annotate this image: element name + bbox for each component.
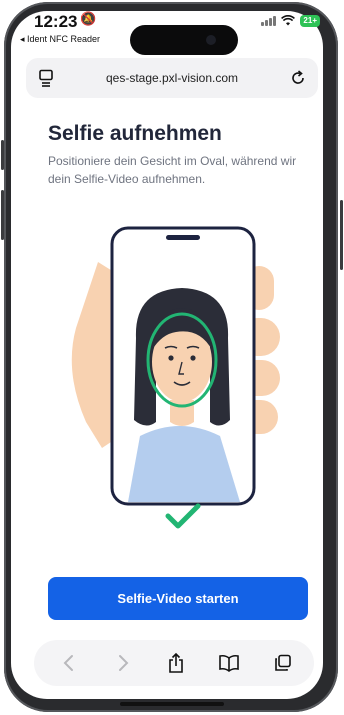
- back-icon[interactable]: [56, 650, 82, 676]
- status-indicators: 21+: [261, 15, 320, 27]
- start-selfie-video-button[interactable]: Selfie-Video starten: [48, 577, 308, 620]
- page-subtitle: Positioniere dein Gesicht im Oval, währe…: [48, 154, 297, 186]
- bookmarks-icon[interactable]: [216, 650, 242, 676]
- eye-right: [190, 355, 196, 361]
- camera-icon: [206, 35, 216, 45]
- checkmark-icon: [165, 503, 201, 529]
- battery-indicator: 21+: [300, 15, 320, 27]
- phone-speaker: [166, 235, 200, 240]
- address-bar[interactable]: qes-stage.pxl-vision.com: [26, 58, 318, 98]
- share-icon[interactable]: [163, 650, 189, 676]
- url-text[interactable]: qes-stage.pxl-vision.com: [106, 71, 238, 85]
- selfie-illustration: [71, 226, 280, 529]
- side-button-left-2: [1, 190, 4, 240]
- eye-left: [168, 355, 174, 361]
- signal-icon: [261, 16, 277, 26]
- side-button-right: [340, 200, 343, 270]
- back-to-app-link[interactable]: ◂ Ident NFC Reader: [20, 34, 100, 45]
- side-button-left-1: [1, 140, 4, 170]
- tab-overview-icon[interactable]: [38, 69, 54, 87]
- forward-icon[interactable]: [110, 650, 136, 676]
- tabs-icon[interactable]: [270, 650, 296, 676]
- reload-icon[interactable]: [288, 68, 308, 88]
- dynamic-island: [130, 25, 238, 55]
- status-time: 12:23: [34, 12, 78, 31]
- home-indicator: [120, 702, 224, 706]
- wifi-icon: [281, 15, 296, 27]
- browser-toolbar: [34, 640, 314, 686]
- page-title: Selfie aufnehmen: [48, 122, 222, 145]
- bell-muted-icon: 🔕: [80, 11, 97, 26]
